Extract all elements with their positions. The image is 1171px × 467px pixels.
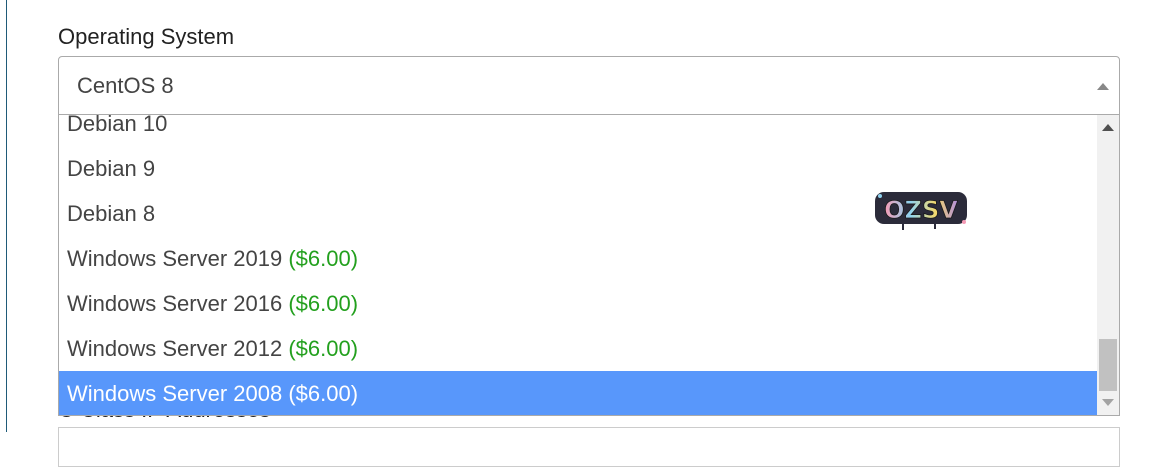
option-label: Windows Server 2012 bbox=[67, 336, 289, 361]
option-windows-server-2019[interactable]: Windows Server 2019 ($6.00) bbox=[59, 236, 1097, 281]
option-price: ($6.00) bbox=[288, 381, 359, 406]
option-price: ($6.00) bbox=[288, 336, 359, 361]
option-windows-server-2012[interactable]: Windows Server 2012 ($6.00) bbox=[59, 326, 1097, 371]
option-label: Debian 8 bbox=[67, 201, 156, 226]
operating-system-select[interactable]: CentOS 8 bbox=[58, 56, 1120, 115]
option-label: Windows Server 2008 bbox=[67, 381, 289, 406]
os-dropdown-list[interactable]: Debian 10 Debian 9 Debian 8 Windows Serv… bbox=[58, 115, 1120, 416]
operating-system-label: Operating System bbox=[58, 24, 235, 49]
option-debian-10[interactable]: Debian 10 bbox=[59, 115, 1097, 146]
option-windows-server-2008[interactable]: Windows Server 2008 ($6.00) bbox=[59, 371, 1097, 415]
scrollbar-thumb[interactable] bbox=[1099, 339, 1117, 391]
option-label: Windows Server 2019 bbox=[67, 246, 289, 271]
ozsv-logo: OZSV bbox=[875, 192, 967, 230]
scroll-down-arrow-icon[interactable] bbox=[1102, 399, 1114, 406]
caret-up-icon bbox=[1097, 83, 1109, 90]
option-windows-server-2016[interactable]: Windows Server 2016 ($6.00) bbox=[59, 281, 1097, 326]
selected-os-value: CentOS 8 bbox=[77, 73, 174, 98]
option-price: ($6.00) bbox=[288, 291, 359, 316]
scroll-up-arrow-icon[interactable] bbox=[1102, 124, 1114, 131]
ip-addresses-field[interactable] bbox=[58, 427, 1120, 467]
option-price: ($6.00) bbox=[288, 246, 359, 271]
card-border bbox=[6, 0, 7, 432]
option-label: Windows Server 2016 bbox=[67, 291, 289, 316]
dropdown-scrollbar[interactable] bbox=[1097, 115, 1119, 415]
os-options: Debian 10 Debian 9 Debian 8 Windows Serv… bbox=[59, 115, 1097, 415]
svg-text:OZSV: OZSV bbox=[884, 196, 958, 224]
option-label: Debian 9 bbox=[67, 156, 156, 181]
option-label: Debian 10 bbox=[67, 115, 168, 136]
